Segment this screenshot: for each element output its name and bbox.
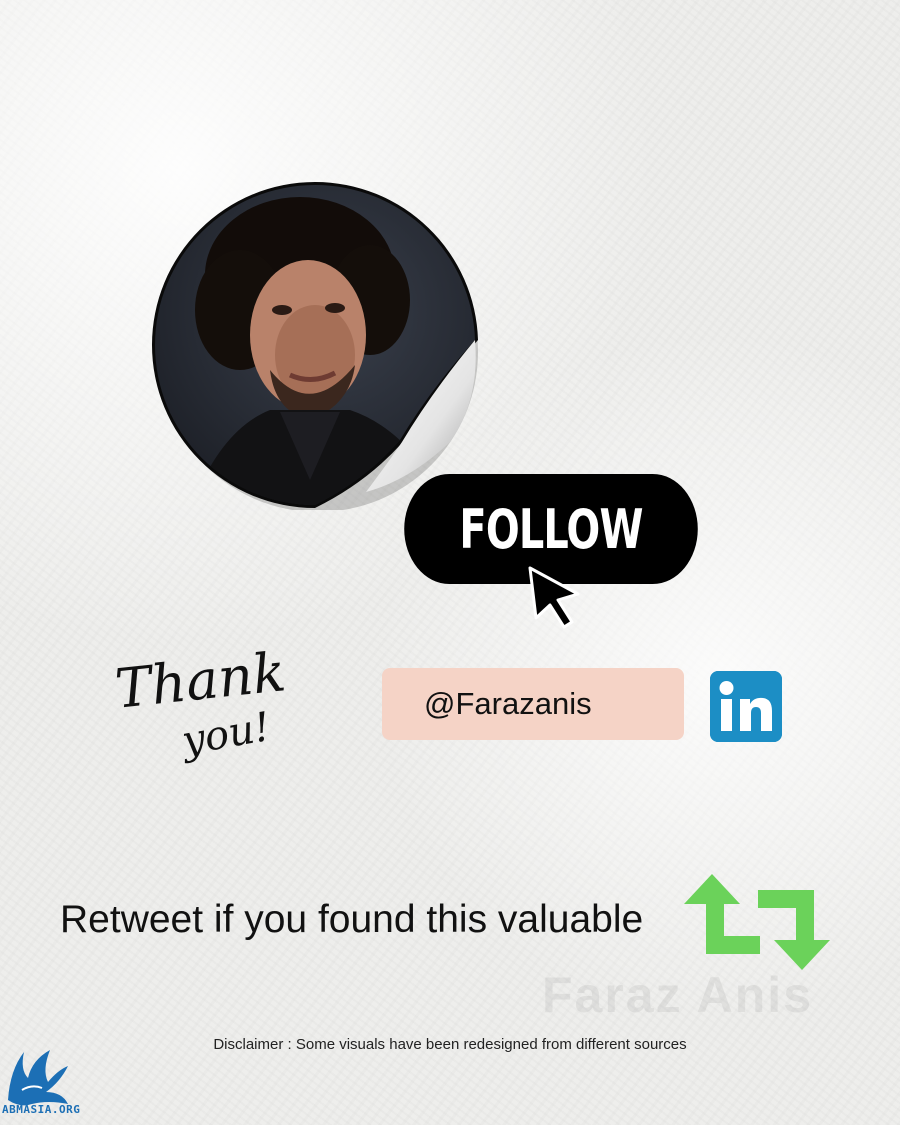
retweet-icon[interactable] <box>682 872 832 972</box>
social-handle[interactable]: @Farazanis <box>382 668 684 740</box>
retweet-call-to-action: Retweet if you found this valuable <box>60 898 644 941</box>
linkedin-icon[interactable] <box>710 671 782 742</box>
profile-photo-sticker <box>152 181 478 510</box>
cursor-arrow-icon <box>528 566 580 629</box>
watermark: Faraz Anis <box>542 967 814 1023</box>
disclaimer-text: Disclaimer : Some visuals have been rede… <box>213 1036 687 1053</box>
site-logo-text: ABMASIA.ORG <box>2 1103 81 1116</box>
thank-you-script: Thank you! <box>112 640 288 765</box>
social-handle-text: @Farazanis <box>424 686 592 721</box>
